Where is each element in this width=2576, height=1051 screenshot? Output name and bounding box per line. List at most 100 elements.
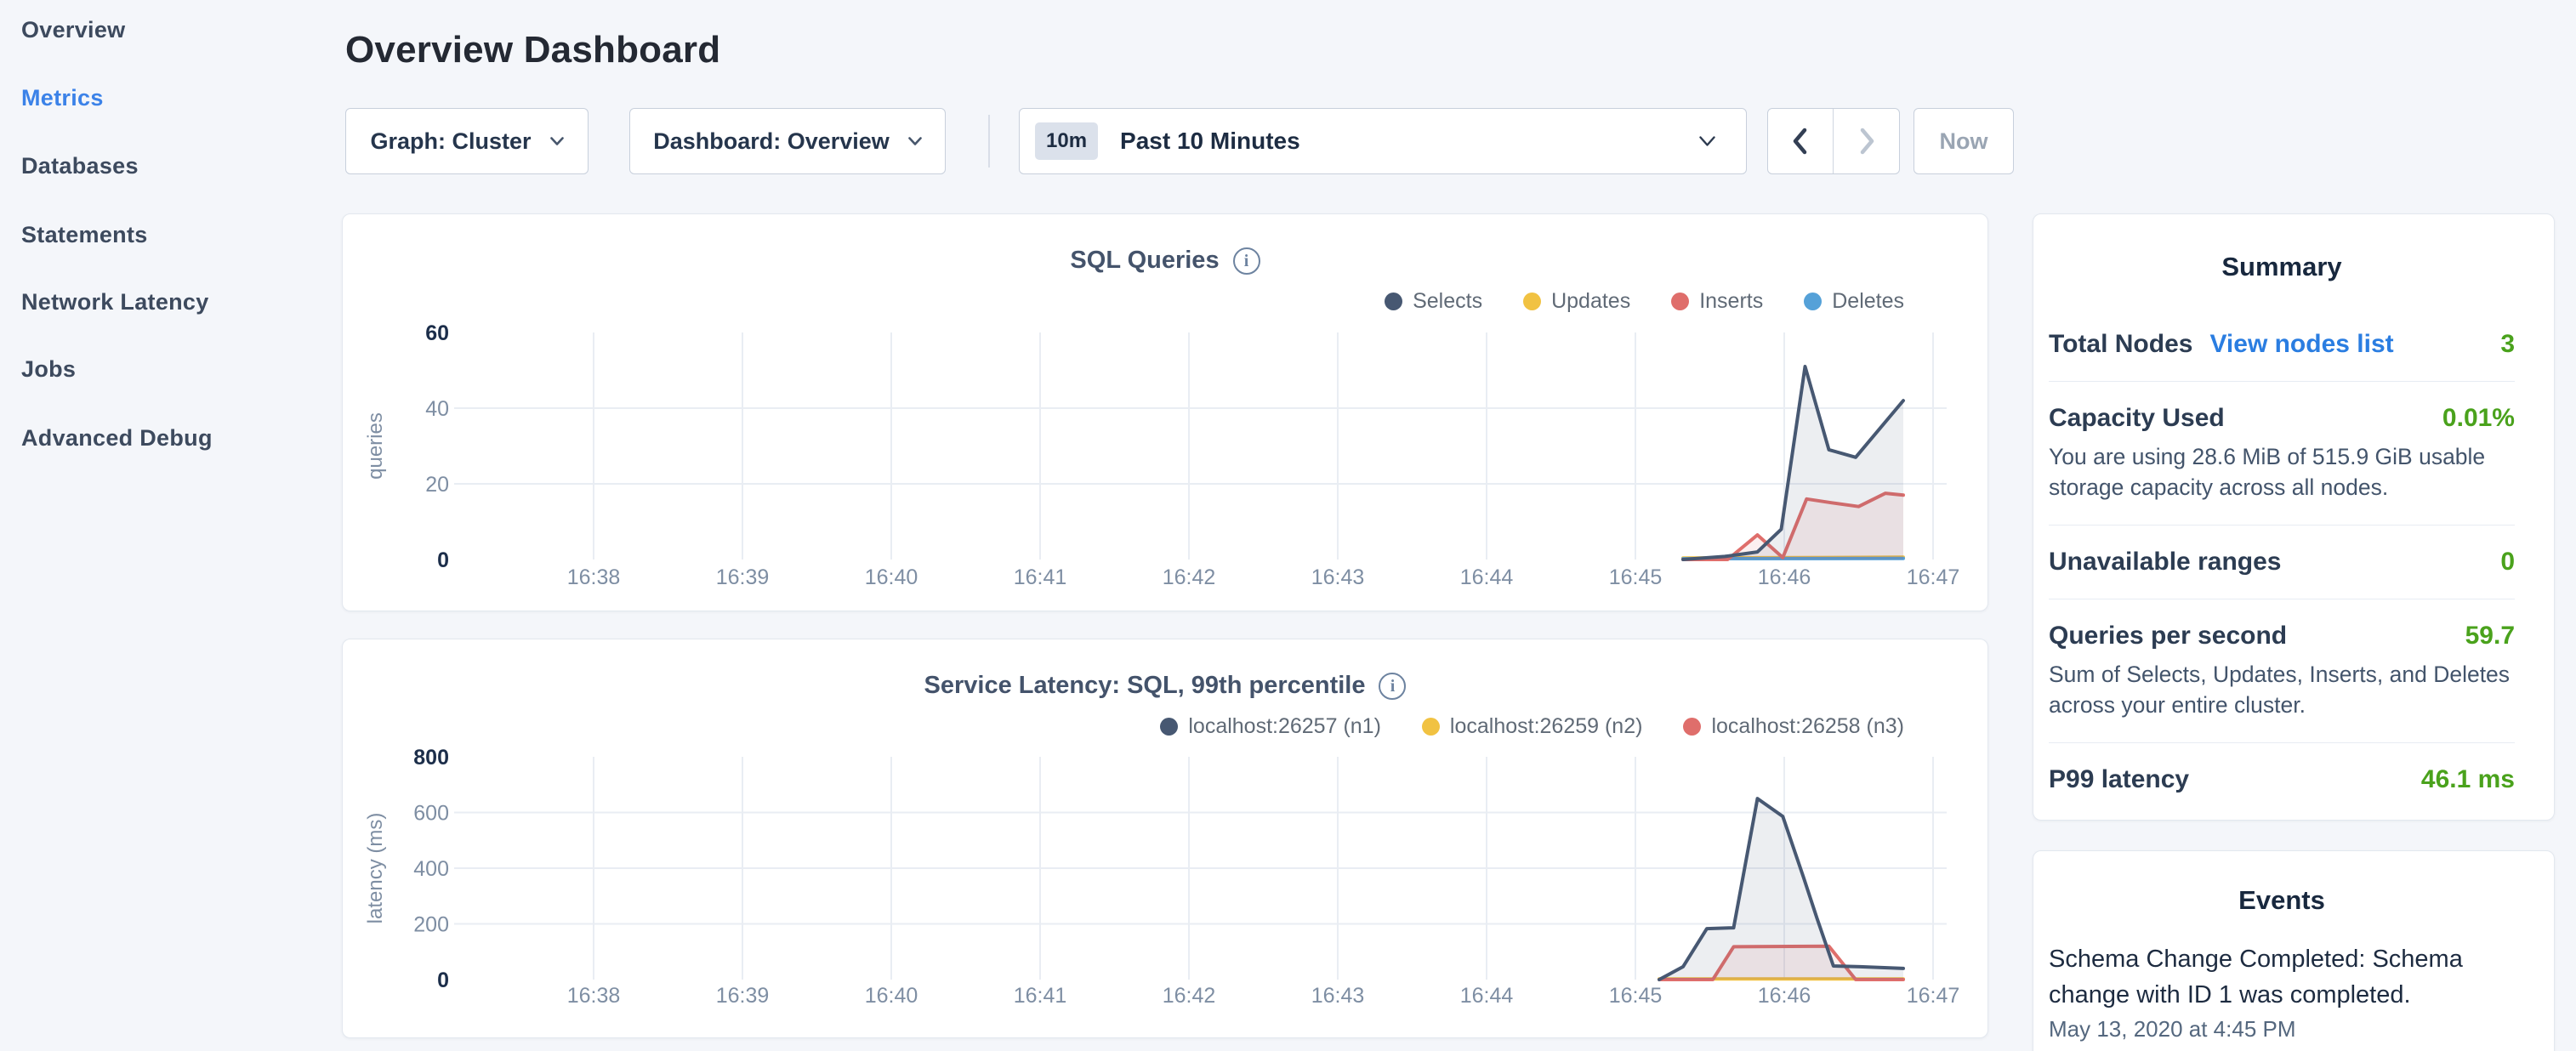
now-button[interactable]: Now	[1914, 108, 2014, 174]
svg-text:16:40: 16:40	[865, 565, 918, 589]
overview-dashboard-page: Overview Metrics Databases Statements Networ…	[0, 0, 2576, 1051]
legend-label: Deletes	[1832, 289, 1904, 314]
svg-text:16:39: 16:39	[716, 565, 770, 589]
sidebar-item-metrics[interactable]: Metrics	[21, 85, 104, 111]
page-title: Overview Dashboard	[345, 29, 720, 71]
legend-item: localhost:26257 (n1)	[1160, 714, 1381, 739]
svg-text:0: 0	[437, 969, 449, 992]
sql-queries-chart-card: SQL Queries i SelectsUpdatesInsertsDelet…	[342, 213, 1988, 611]
chart-title: SQL Queries	[1070, 247, 1219, 275]
legend-label: Updates	[1551, 289, 1630, 314]
svg-text:600: 600	[413, 802, 449, 826]
events-panel-title: Events	[2049, 885, 2515, 916]
legend-dot-icon	[1804, 293, 1822, 310]
legend-dot-icon	[1671, 293, 1689, 310]
sidebar-item-network-latency[interactable]: Network Latency	[21, 289, 209, 315]
events-panel: Events Schema Change Completed: Schema c…	[2033, 850, 2555, 1051]
svg-text:16:42: 16:42	[1163, 565, 1216, 589]
chevron-down-icon	[550, 137, 564, 146]
svg-text:16:45: 16:45	[1609, 565, 1663, 589]
legend-item: localhost:26259 (n2)	[1422, 714, 1643, 739]
svg-text:20: 20	[425, 473, 449, 497]
service-latency-chart-plot[interactable]: 16:38 16:39 16:40 16:41 16:42 16:43 16:44 16:45…	[358, 737, 1974, 1022]
sidebar-item-advanced-debug[interactable]: Advanced Debug	[21, 425, 213, 452]
svg-text:16:46: 16:46	[1758, 565, 1811, 589]
time-window-dropdown[interactable]: 10m Past 10 Minutes	[1019, 108, 1747, 174]
summary-row-label: Unavailable ranges	[2049, 548, 2281, 577]
controls-divider	[988, 115, 990, 168]
dashboard-dropdown-label: Dashboard: Overview	[653, 128, 890, 155]
legend-label: localhost:26259 (n2)	[1450, 714, 1643, 739]
svg-text:queries: queries	[364, 412, 387, 480]
now-button-label: Now	[1940, 128, 1988, 155]
svg-text:200: 200	[413, 913, 449, 937]
svg-text:60: 60	[425, 321, 449, 345]
info-icon[interactable]: i	[1233, 247, 1260, 275]
svg-text:16:44: 16:44	[1460, 984, 1514, 1008]
sidebar-item-statements[interactable]: Statements	[21, 222, 148, 248]
svg-text:16:40: 16:40	[865, 984, 918, 1008]
summary-row-value: 46.1 ms	[2421, 765, 2515, 794]
time-step-back-button[interactable]	[1768, 109, 1834, 173]
legend-dot-icon	[1385, 293, 1402, 310]
summary-row-label: Capacity Used	[2049, 404, 2225, 433]
service-latency-chart-card: Service Latency: SQL, 99th percentile i …	[342, 639, 1988, 1038]
summary-row-value: 3	[2500, 330, 2515, 359]
event-timestamp: May 13, 2020 at 4:45 PM	[2049, 1016, 2515, 1042]
chevron-right-icon	[1857, 126, 1877, 156]
summary-divider	[2049, 381, 2515, 382]
legend-item: Deletes	[1804, 289, 1904, 314]
sidebar-nav: Overview Metrics Databases Statements Networ…	[0, 0, 340, 1051]
view-nodes-list-link[interactable]: View nodes list	[2209, 330, 2393, 359]
chart-title: Service Latency: SQL, 99th percentile	[924, 672, 1366, 700]
summary-panel: Summary Total Nodes View nodes list 3 Capac…	[2033, 213, 2555, 821]
info-icon[interactable]: i	[1379, 673, 1406, 700]
legend-item: Updates	[1523, 289, 1630, 314]
svg-text:16:43: 16:43	[1311, 984, 1365, 1008]
svg-text:16:41: 16:41	[1014, 565, 1067, 589]
chart-legend: SelectsUpdatesInsertsDeletes	[1385, 289, 1904, 314]
dashboard-dropdown[interactable]: Dashboard: Overview	[629, 108, 946, 174]
sidebar-item-jobs[interactable]: Jobs	[21, 356, 76, 383]
summary-row-description: Sum of Selects, Updates, Inserts, and De…	[2049, 659, 2515, 720]
summary-divider	[2049, 742, 2515, 743]
legend-label: Selects	[1413, 289, 1482, 314]
svg-text:40: 40	[425, 397, 449, 421]
svg-text:16:38: 16:38	[567, 984, 621, 1008]
legend-item: Selects	[1385, 289, 1482, 314]
svg-text:16:42: 16:42	[1163, 984, 1216, 1008]
svg-text:0: 0	[437, 548, 449, 572]
chevron-down-icon	[908, 137, 922, 146]
time-step-forward-button[interactable]	[1834, 109, 1899, 173]
summary-row-value: 0.01%	[2442, 404, 2515, 433]
svg-text:16:44: 16:44	[1460, 565, 1514, 589]
summary-row: Unavailable ranges0	[2049, 548, 2515, 577]
summary-row: Queries per second59.7	[2049, 622, 2515, 650]
svg-text:16:45: 16:45	[1609, 984, 1663, 1008]
svg-text:16:38: 16:38	[567, 565, 621, 589]
legend-label: localhost:26258 (n3)	[1711, 714, 1904, 739]
chevron-left-icon	[1790, 126, 1811, 156]
summary-row: Capacity Used 0.01%	[2049, 404, 2515, 433]
time-step-button-group	[1767, 108, 1900, 174]
sidebar-item-databases[interactable]: Databases	[21, 153, 139, 179]
svg-text:16:39: 16:39	[716, 984, 770, 1008]
chart-legend: localhost:26257 (n1) localhost:26259 (n2)…	[1160, 714, 1904, 739]
time-window-label: Past 10 Minutes	[1120, 128, 1699, 155]
summary-row-description: You are using 28.6 MiB of 515.9 GiB usab…	[2049, 441, 2515, 503]
graph-scope-label: Graph: Cluster	[370, 128, 531, 155]
svg-text:400: 400	[413, 857, 449, 881]
svg-text:16:41: 16:41	[1014, 984, 1067, 1008]
svg-text:16:47: 16:47	[1907, 984, 1960, 1008]
chevron-down-icon	[1699, 136, 1715, 147]
summary-row: P99 latency46.1 ms	[2049, 765, 2515, 794]
summary-row-value: 59.7	[2465, 622, 2515, 650]
summary-panel-title: Summary	[2049, 252, 2515, 282]
sql-queries-chart-plot[interactable]: 16:3816:3916:4016:4116:4216:4316:4416:45…	[358, 315, 1974, 600]
svg-text:16:47: 16:47	[1907, 565, 1960, 589]
time-window-badge: 10m	[1035, 122, 1098, 160]
summary-row-label: Total Nodes	[2049, 330, 2192, 359]
sidebar-item-overview[interactable]: Overview	[21, 17, 125, 43]
graph-scope-dropdown[interactable]: Graph: Cluster	[345, 108, 589, 174]
svg-text:latency (ms): latency (ms)	[364, 813, 387, 924]
